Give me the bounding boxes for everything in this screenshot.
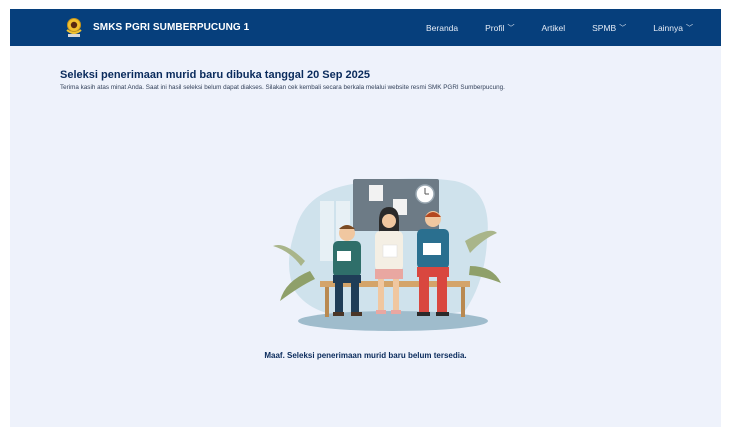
chevron-down-icon: ﹀ [507, 24, 515, 32]
nav-item-artikel[interactable]: Artikel [542, 23, 566, 33]
page-subtitle: Terima kasih atas minat Anda. Saat ini h… [60, 84, 505, 91]
main-nav: Beranda Profil ﹀ Artikel SPMB ﹀ Lainnya … [426, 9, 721, 46]
nav-item-profil[interactable]: Profil ﹀ [485, 23, 514, 33]
nav-label: Profil [485, 22, 505, 33]
brand-name: SMKS PGRI SUMBERPUCUNG 1 [93, 22, 250, 33]
nav-item-lainnya[interactable]: Lainnya ﹀ [653, 23, 693, 33]
nav-label: Lainnya [653, 22, 683, 33]
nav-label: Beranda [425, 22, 459, 33]
top-navbar: SMKS PGRI SUMBERPUCUNG 1 Beranda Profil … [10, 9, 721, 46]
main-content: Seleksi penerimaan murid baru dibuka tan… [10, 46, 721, 427]
chevron-down-icon: ﹀ [686, 24, 693, 32]
brand[interactable]: SMKS PGRI SUMBERPUCUNG 1 [64, 9, 249, 46]
nav-item-spmb[interactable]: SPMB ﹀ [592, 23, 626, 33]
nav-label: SPMB [592, 22, 617, 33]
page-title: Seleksi penerimaan murid baru dibuka tan… [60, 69, 370, 81]
chevron-down-icon: ﹀ [619, 24, 627, 32]
nav-label: Artikel [541, 22, 566, 33]
page: SMKS PGRI SUMBERPUCUNG 1 Beranda Profil … [0, 0, 735, 427]
waiting-people-illustration [265, 171, 505, 346]
school-logo-icon [64, 17, 84, 39]
empty-state-message: Maaf. Seleksi penerimaan murid baru belu… [264, 351, 467, 360]
nav-item-beranda[interactable]: Beranda [426, 23, 458, 33]
